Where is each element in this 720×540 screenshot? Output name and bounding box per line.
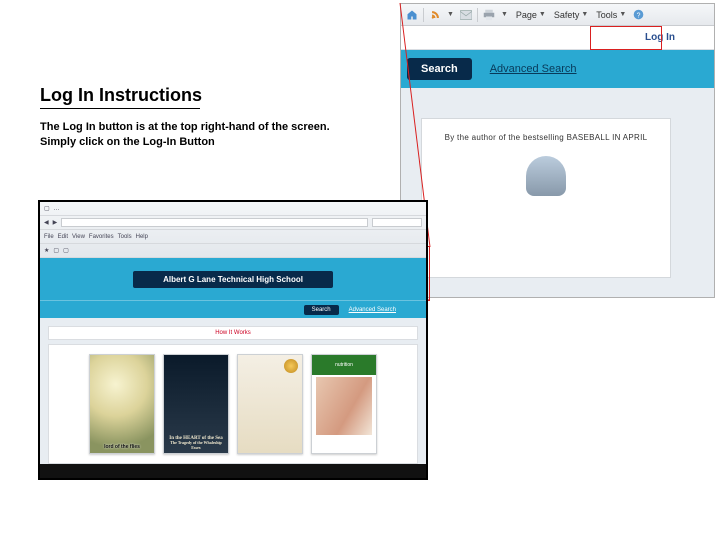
help-icon[interactable]: ? xyxy=(631,8,645,22)
safety-menu-label: Safety xyxy=(554,10,580,20)
book-photo xyxy=(316,377,372,435)
address-row: ◀ ▶ xyxy=(40,216,426,230)
book-title: lord of the flies xyxy=(104,445,140,451)
print-icon[interactable] xyxy=(482,8,496,22)
site-body: How It Works lord of the flies In the HE… xyxy=(40,318,426,478)
page-title: Log In Instructions xyxy=(40,85,202,106)
menu-favorites[interactable]: Favorites xyxy=(89,234,114,240)
login-bar: Log In xyxy=(401,26,714,50)
menu-tools[interactable]: Tools xyxy=(118,234,132,240)
site-footer xyxy=(40,464,426,478)
book-subtitle: The Tragedy of the Whaleship Essex xyxy=(167,441,225,450)
mail-icon[interactable] xyxy=(459,8,473,22)
zoom-panel: ▼ ▼ Page▼ Safety▼ Tools▼ ? Log In Search… xyxy=(400,3,715,298)
search-button[interactable]: Search xyxy=(304,305,339,315)
page-menu-label: Page xyxy=(516,10,537,20)
zoom-body: By the author of the bestselling BASEBAL… xyxy=(401,88,714,297)
award-medal-icon xyxy=(284,359,298,373)
safety-menu[interactable]: Safety▼ xyxy=(551,10,591,20)
titlebar-row: ▢… xyxy=(40,202,426,216)
advanced-search-link[interactable]: Advanced Search xyxy=(490,63,577,75)
book-cover[interactable] xyxy=(237,354,303,454)
book-cover[interactable]: nutrition xyxy=(311,354,377,454)
featured-card: By the author of the bestselling BASEBAL… xyxy=(421,118,671,278)
menu-view[interactable]: View xyxy=(72,234,85,240)
menu-edit[interactable]: Edit xyxy=(58,234,68,240)
book-carousel: lord of the flies In the HEART of the Se… xyxy=(48,344,418,464)
book-cover[interactable]: lord of the flies xyxy=(89,354,155,454)
site-search-row: Search Advanced Search xyxy=(40,300,426,318)
address-bar[interactable] xyxy=(61,218,368,227)
menu-row: File Edit View Favorites Tools Help xyxy=(40,230,426,244)
toolbar-dropdown[interactable]: ▼ xyxy=(444,11,457,18)
search-button[interactable]: Search xyxy=(407,58,472,80)
menu-help[interactable]: Help xyxy=(136,234,148,240)
search-bar: Search Advanced Search xyxy=(401,50,714,88)
advanced-search-link[interactable]: Advanced Search xyxy=(349,307,396,313)
tools-menu-label: Tools xyxy=(596,10,617,20)
book-title: nutrition xyxy=(312,355,376,375)
forward-icon[interactable]: ▶ xyxy=(53,219,58,226)
svg-text:?: ? xyxy=(636,12,640,19)
browser-chrome: ▢… ◀ ▶ File Edit View Favorites Tools He… xyxy=(40,202,426,258)
login-button[interactable]: Log In xyxy=(634,28,686,47)
instruction-line-2: Simply click on the Log-In Button xyxy=(40,136,215,148)
fav-toolbar-row: ★▢▢ xyxy=(40,244,426,258)
featured-cover-art xyxy=(526,156,566,196)
instruction-line-1: The Log In button is at the top right-ha… xyxy=(40,121,330,133)
featured-tagline: By the author of the bestselling BASEBAL… xyxy=(445,133,648,142)
site-banner: Albert G Lane Technical High School xyxy=(40,258,426,300)
menu-file[interactable]: File xyxy=(44,234,54,240)
carousel-header[interactable]: How It Works xyxy=(48,326,418,340)
back-icon[interactable]: ◀ xyxy=(44,219,49,226)
title-underline xyxy=(40,108,200,109)
school-name: Albert G Lane Technical High School xyxy=(133,271,333,288)
toolbar-dropdown[interactable]: ▼ xyxy=(498,11,511,18)
tools-menu[interactable]: Tools▼ xyxy=(593,10,629,20)
book-cover[interactable]: In the HEART of the Sea The Tragedy of t… xyxy=(163,354,229,454)
ie-toolbar: ▼ ▼ Page▼ Safety▼ Tools▼ ? xyxy=(401,4,714,26)
full-screenshot: ▢… ◀ ▶ File Edit View Favorites Tools He… xyxy=(38,200,428,480)
search-box[interactable] xyxy=(372,218,422,227)
home-icon[interactable] xyxy=(405,8,419,22)
instructions: The Log In button is at the top right-ha… xyxy=(40,120,340,150)
page-menu[interactable]: Page▼ xyxy=(513,10,549,20)
rss-icon[interactable] xyxy=(428,8,442,22)
